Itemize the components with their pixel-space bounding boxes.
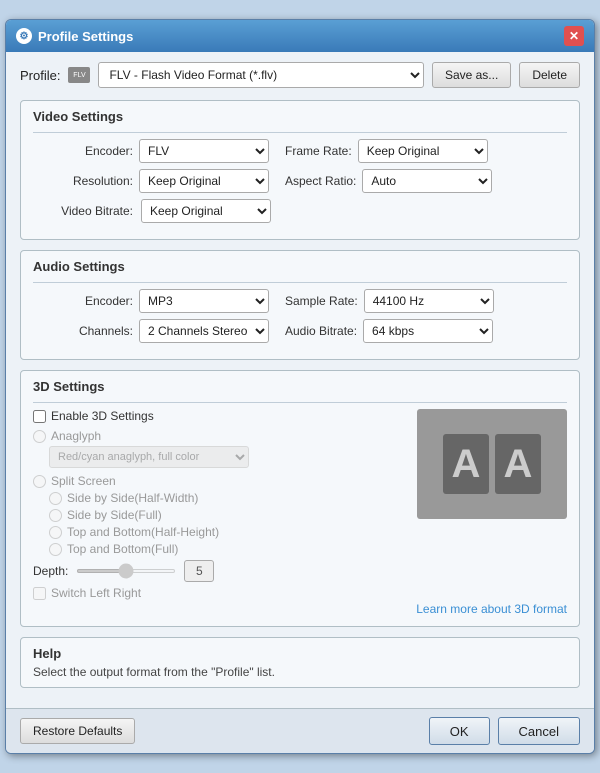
anaglyph-select[interactable]: Red/cyan anaglyph, full color xyxy=(49,446,249,468)
enable-3d-label: Enable 3D Settings xyxy=(51,409,154,423)
3d-settings-title: 3D Settings xyxy=(33,379,567,394)
title-bar-left: ⚙ Profile Settings xyxy=(16,28,133,44)
split-screen-radio[interactable] xyxy=(33,475,46,488)
preview-a2: A xyxy=(495,434,541,494)
profile-icon: FLV xyxy=(68,67,90,83)
depth-value-input[interactable] xyxy=(184,560,214,582)
side-by-side-full-radio[interactable] xyxy=(49,509,62,522)
audio-encoder-label: Encoder: xyxy=(33,294,133,308)
delete-button[interactable]: Delete xyxy=(519,62,580,88)
anaglyph-radio-row: Anaglyph xyxy=(33,429,407,443)
window-icon: ⚙ xyxy=(16,28,32,44)
video-divider xyxy=(33,132,567,133)
audio-settings-section: Audio Settings Encoder: MP3 Sample Rate:… xyxy=(20,250,580,360)
encoder-framerate-row: Encoder: FLV Frame Rate: Keep Original xyxy=(33,139,567,163)
framerate-select[interactable]: Keep Original xyxy=(358,139,488,163)
anaglyph-select-row: Red/cyan anaglyph, full color xyxy=(49,446,407,468)
top-bottom-full-row: Top and Bottom(Full) xyxy=(49,542,407,556)
profile-row: Profile: FLV FLV - Flash Video Format (*… xyxy=(20,62,580,88)
3d-divider xyxy=(33,402,567,403)
side-by-side-half-row: Side by Side(Half-Width) xyxy=(49,491,407,505)
audio-bitrate-select[interactable]: 64 kbps xyxy=(363,319,493,343)
depth-label: Depth: xyxy=(33,564,68,578)
channels-bitrate-row: Channels: 2 Channels Stereo Audio Bitrat… xyxy=(33,319,567,343)
cancel-button[interactable]: Cancel xyxy=(498,717,580,745)
video-settings-section: Video Settings Encoder: FLV Frame Rate: … xyxy=(20,100,580,240)
profile-select[interactable]: FLV - Flash Video Format (*.flv) xyxy=(98,62,423,88)
framerate-item: Frame Rate: Keep Original xyxy=(285,139,488,163)
top-bottom-full-label: Top and Bottom(Full) xyxy=(67,542,178,556)
help-section: Help Select the output format from the "… xyxy=(20,637,580,688)
main-window: ⚙ Profile Settings ✕ Profile: FLV FLV - … xyxy=(5,19,595,754)
top-bottom-half-row: Top and Bottom(Half-Height) xyxy=(49,525,407,539)
audio-bitrate-label: Audio Bitrate: xyxy=(285,324,357,338)
aspect-ratio-label: Aspect Ratio: xyxy=(285,174,356,188)
preview-a1: A xyxy=(443,434,489,494)
save-as-button[interactable]: Save as... xyxy=(432,62,511,88)
resolution-item: Resolution: Keep Original xyxy=(33,169,269,193)
learn-more-link[interactable]: Learn more about 3D format xyxy=(416,602,567,616)
aspect-ratio-select[interactable]: Auto xyxy=(362,169,492,193)
resolution-label: Resolution: xyxy=(33,174,133,188)
video-bitrate-select[interactable]: Keep Original xyxy=(141,199,271,223)
restore-defaults-button[interactable]: Restore Defaults xyxy=(20,718,135,744)
resolution-aspect-row: Resolution: Keep Original Aspect Ratio: … xyxy=(33,169,567,193)
3d-preview: A A xyxy=(417,409,567,519)
enable-3d-row: Enable 3D Settings xyxy=(33,409,407,423)
anaglyph-label: Anaglyph xyxy=(51,429,101,443)
footer-right: OK Cancel xyxy=(429,717,580,745)
audio-divider xyxy=(33,282,567,283)
sample-rate-item: Sample Rate: 44100 Hz xyxy=(285,289,494,313)
preview-aa-container: A A xyxy=(443,434,541,494)
encoder-select[interactable]: FLV xyxy=(139,139,269,163)
enable-3d-checkbox[interactable] xyxy=(33,410,46,423)
top-bottom-half-radio[interactable] xyxy=(49,526,62,539)
split-screen-radio-row: Split Screen xyxy=(33,474,407,488)
side-by-side-full-label: Side by Side(Full) xyxy=(67,508,162,522)
split-screen-label: Split Screen xyxy=(51,474,116,488)
sample-rate-label: Sample Rate: xyxy=(285,294,358,308)
learn-more-row: Learn more about 3D format xyxy=(33,602,567,616)
anaglyph-radio[interactable] xyxy=(33,430,46,443)
video-settings-title: Video Settings xyxy=(33,109,567,124)
side-by-side-half-label: Side by Side(Half-Width) xyxy=(67,491,198,505)
channels-select[interactable]: 2 Channels Stereo xyxy=(139,319,269,343)
channels-item: Channels: 2 Channels Stereo xyxy=(33,319,269,343)
depth-slider[interactable] xyxy=(76,569,176,573)
audio-bitrate-item: Audio Bitrate: 64 kbps xyxy=(285,319,493,343)
encoder-item: Encoder: FLV xyxy=(33,139,269,163)
window-title: Profile Settings xyxy=(38,29,133,44)
side-by-side-full-row: Side by Side(Full) xyxy=(49,508,407,522)
content-area: Profile: FLV FLV - Flash Video Format (*… xyxy=(6,52,594,708)
profile-label: Profile: xyxy=(20,68,60,83)
top-bottom-full-radio[interactable] xyxy=(49,543,62,556)
framerate-label: Frame Rate: xyxy=(285,144,352,158)
settings-3d-section: 3D Settings Enable 3D Settings Anaglyph xyxy=(20,370,580,627)
3d-inner: Enable 3D Settings Anaglyph Red/cyan ana… xyxy=(33,409,567,600)
aspect-ratio-item: Aspect Ratio: Auto xyxy=(285,169,492,193)
title-bar: ⚙ Profile Settings ✕ xyxy=(6,20,594,52)
ok-button[interactable]: OK xyxy=(429,717,490,745)
switch-row: Switch Left Right xyxy=(33,586,407,600)
footer: Restore Defaults OK Cancel xyxy=(6,708,594,753)
audio-encoder-select[interactable]: MP3 xyxy=(139,289,269,313)
audio-encoder-item: Encoder: MP3 xyxy=(33,289,269,313)
help-title: Help xyxy=(33,646,567,661)
encoder-label: Encoder: xyxy=(33,144,133,158)
3d-controls: Enable 3D Settings Anaglyph Red/cyan ana… xyxy=(33,409,407,600)
side-by-side-half-radio[interactable] xyxy=(49,492,62,505)
switch-left-right-label: Switch Left Right xyxy=(51,586,141,600)
channels-label: Channels: xyxy=(33,324,133,338)
help-text: Select the output format from the "Profi… xyxy=(33,665,567,679)
top-bottom-half-label: Top and Bottom(Half-Height) xyxy=(67,525,219,539)
depth-row: Depth: xyxy=(33,560,407,582)
video-bitrate-label: Video Bitrate: xyxy=(33,204,133,218)
close-button[interactable]: ✕ xyxy=(564,26,584,46)
sample-rate-select[interactable]: 44100 Hz xyxy=(364,289,494,313)
audio-settings-title: Audio Settings xyxy=(33,259,567,274)
switch-left-right-checkbox[interactable] xyxy=(33,587,46,600)
video-bitrate-row: Video Bitrate: Keep Original xyxy=(33,199,567,223)
audio-encoder-samplerate-row: Encoder: MP3 Sample Rate: 44100 Hz xyxy=(33,289,567,313)
resolution-select[interactable]: Keep Original xyxy=(139,169,269,193)
